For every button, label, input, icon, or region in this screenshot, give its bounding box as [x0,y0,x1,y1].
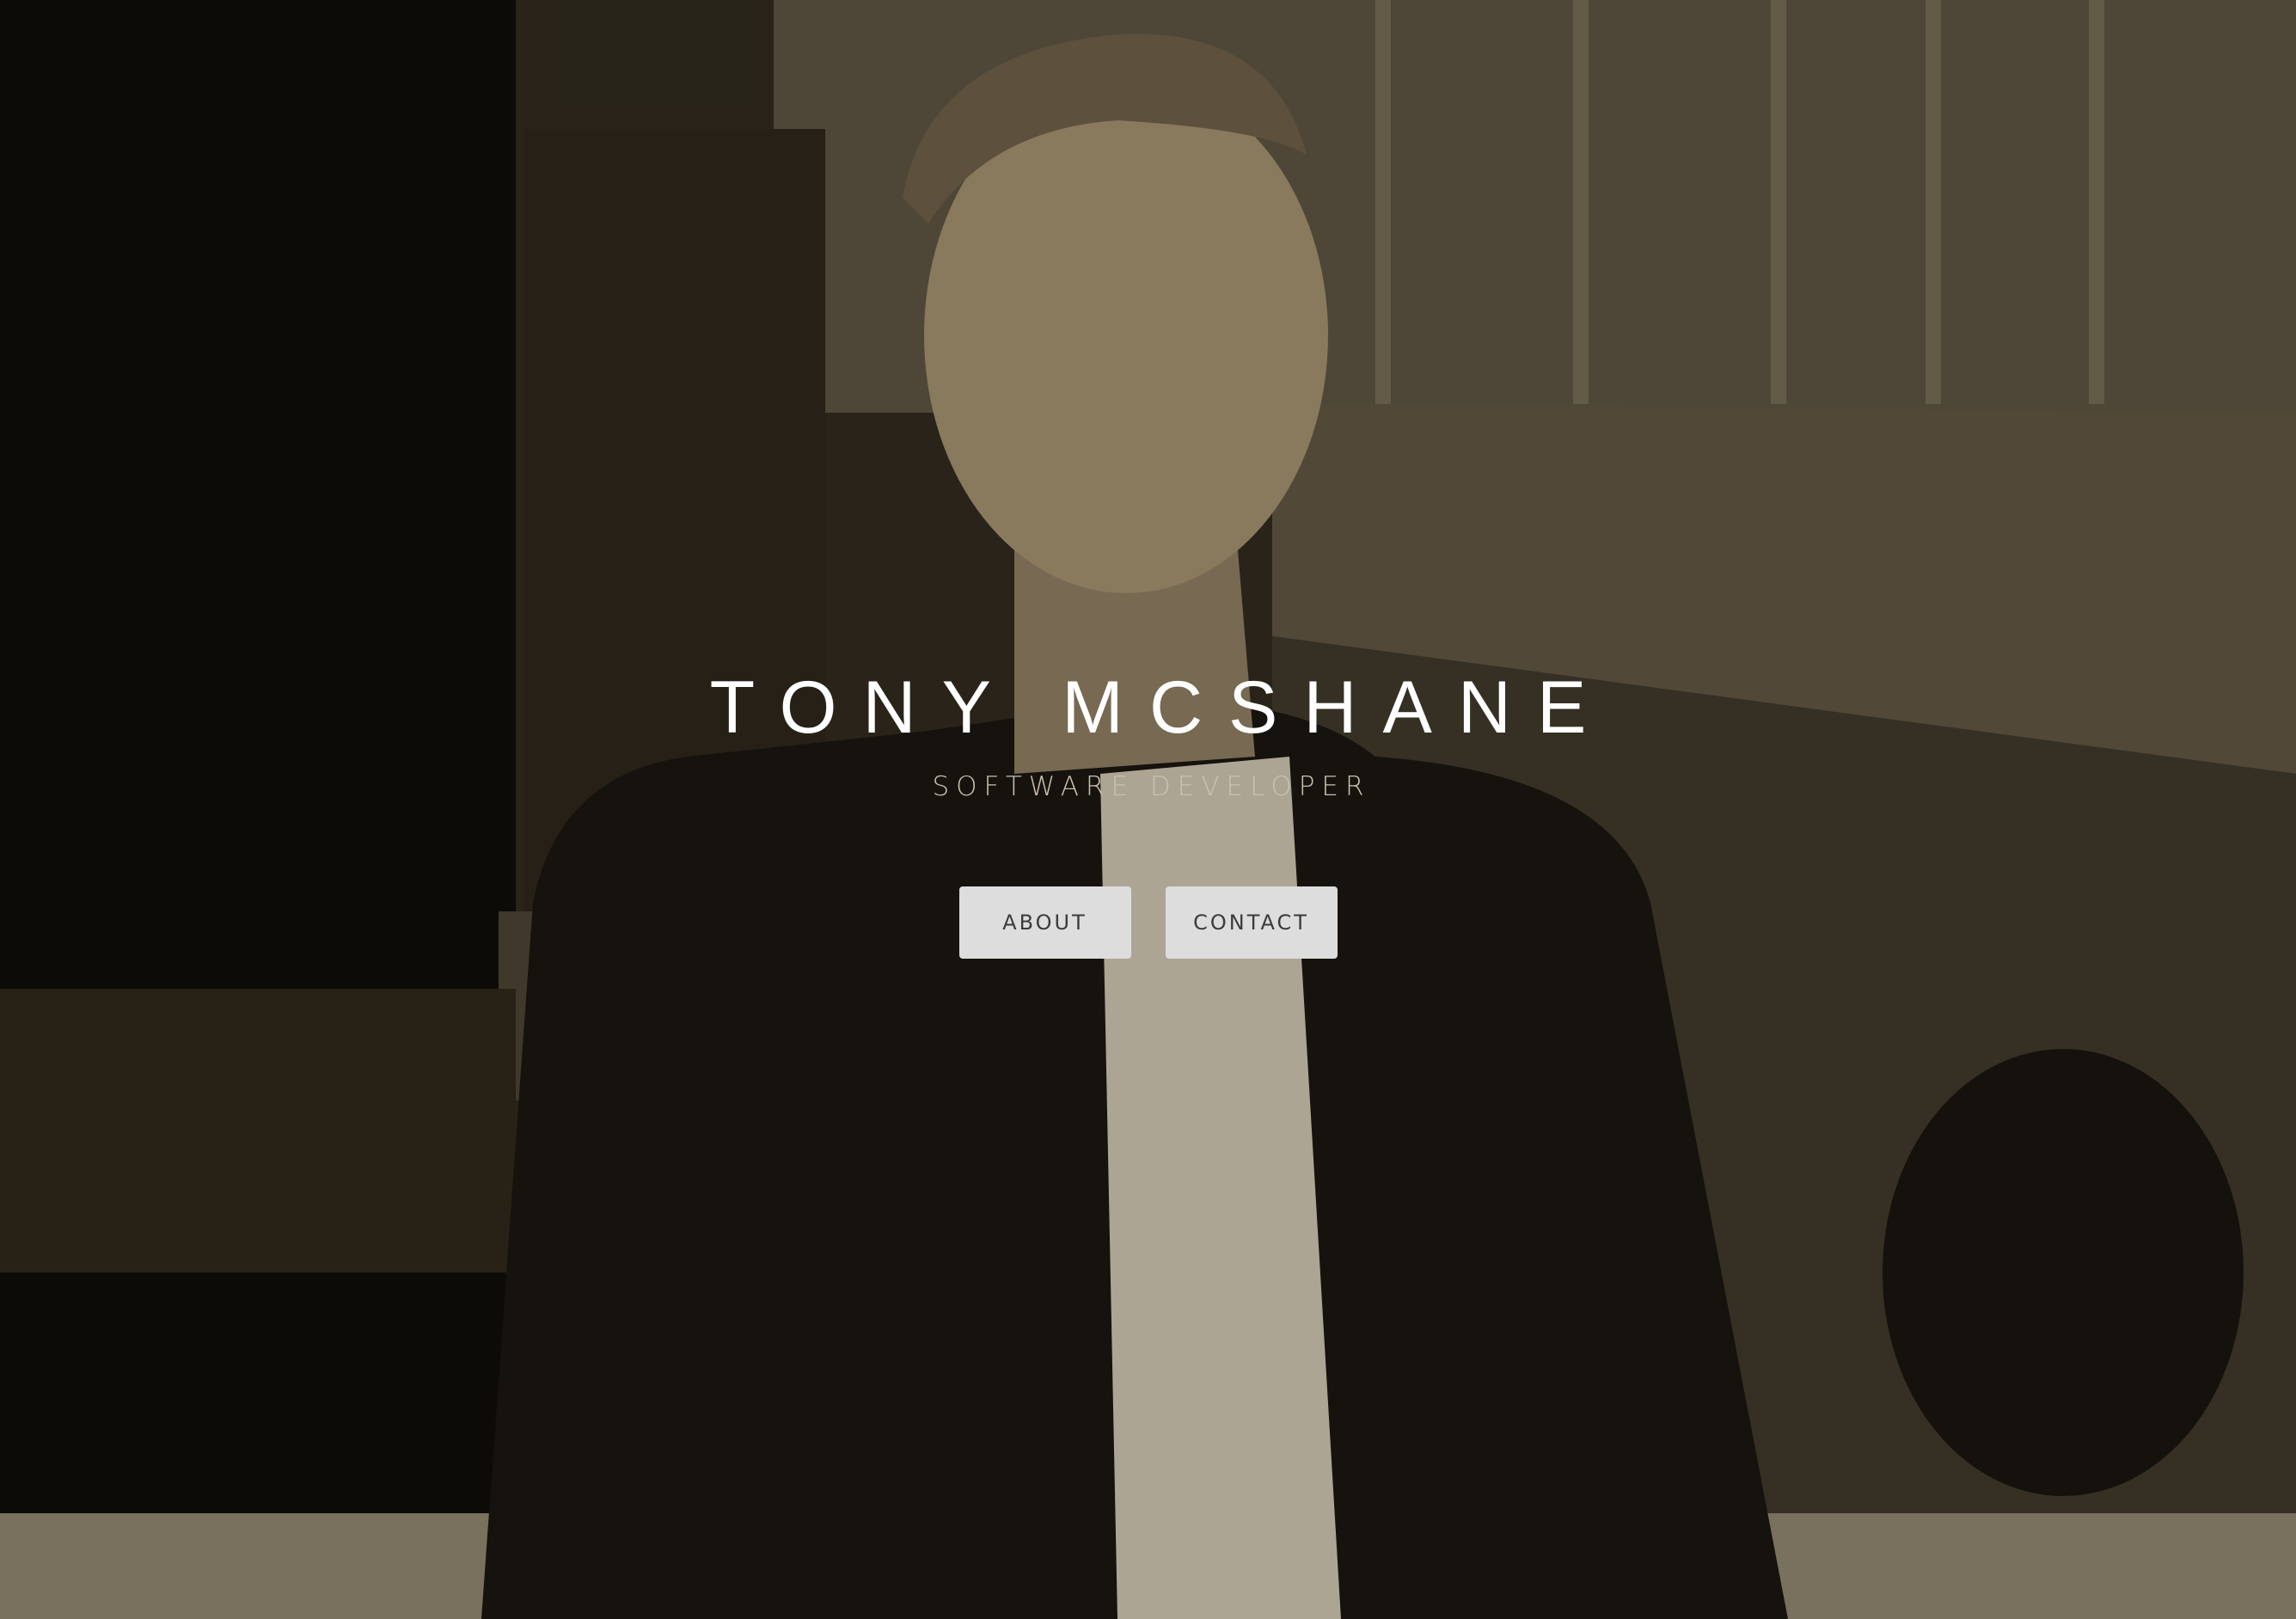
hero-content: TONY MCSHANE SOFTWARE DEVELOPER ABOUT CO… [0,671,2296,959]
hero-subtitle: SOFTWARE DEVELOPER [932,771,1371,802]
hero-name: TONY MCSHANE [709,666,1613,749]
hero-section: TONY MCSHANE SOFTWARE DEVELOPER ABOUT CO… [0,0,2296,1619]
about-button[interactable]: ABOUT [958,886,1131,959]
contact-button[interactable]: CONTACT [1165,886,1338,959]
hero-buttons: ABOUT CONTACT [0,886,2296,959]
